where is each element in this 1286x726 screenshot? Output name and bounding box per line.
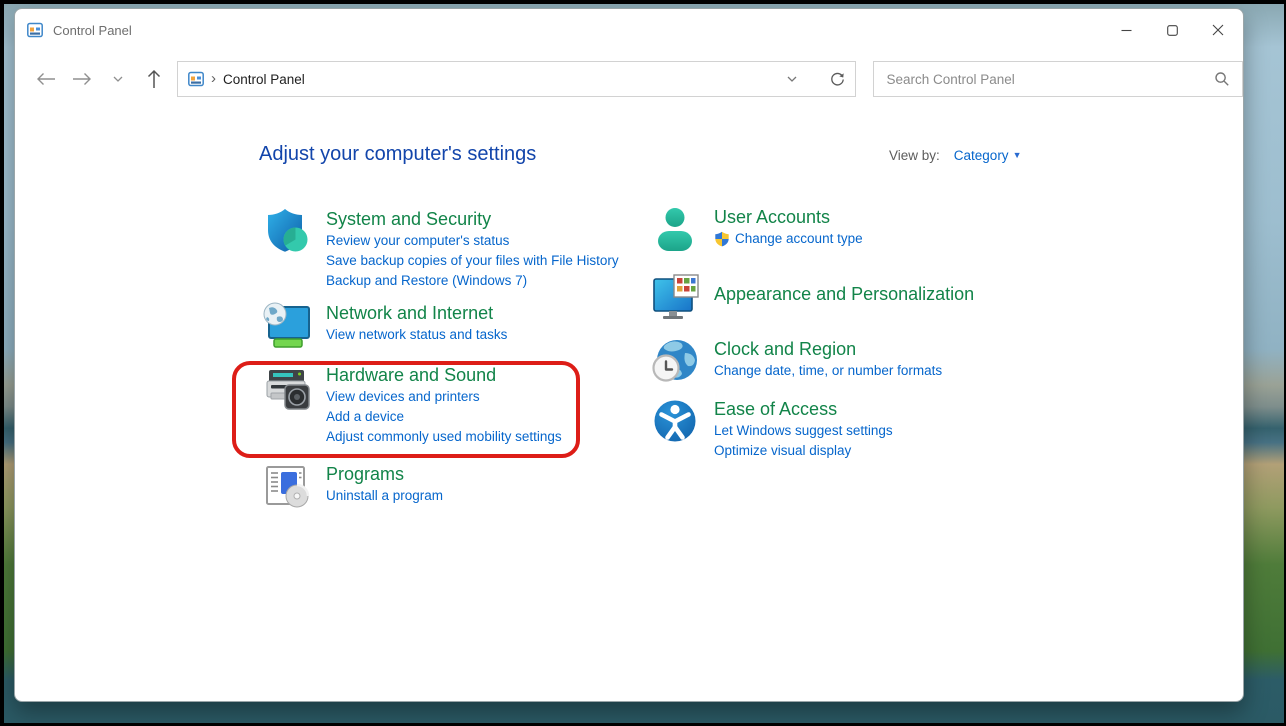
category-ease-of-access: Ease of Access Let Windows suggest setti… — [651, 397, 893, 461]
up-arrow-icon — [147, 69, 161, 89]
search-input[interactable] — [886, 72, 1214, 87]
category-title[interactable]: Programs — [326, 462, 443, 486]
category-title[interactable]: Appearance and Personalization — [714, 282, 974, 306]
task-link[interactable]: View devices and printers — [326, 387, 562, 407]
category-hardware-sound: Hardware and Sound View devices and prin… — [263, 363, 562, 447]
view-by-caret-icon[interactable]: ▼ — [1013, 150, 1022, 160]
control-panel-icon — [188, 71, 204, 87]
forward-button[interactable] — [67, 64, 97, 94]
uac-shield-icon — [714, 231, 730, 247]
appearance-personalization-icon — [651, 272, 699, 320]
control-panel-window: Control Panel — [14, 8, 1244, 702]
minimize-button[interactable] — [1103, 9, 1149, 51]
task-link[interactable]: Add a device — [326, 407, 562, 427]
category-title[interactable]: Ease of Access — [714, 397, 893, 421]
category-appearance-personalization: Appearance and Personalization — [651, 272, 974, 320]
category-title[interactable]: Clock and Region — [714, 337, 942, 361]
maximize-icon — [1167, 25, 1178, 36]
task-link[interactable]: View network status and tasks — [326, 325, 507, 345]
control-panel-icon — [27, 22, 43, 38]
breadcrumb[interactable]: Control Panel — [223, 72, 305, 87]
category-clock-region: Clock and Region Change date, time, or n… — [651, 337, 942, 385]
page-title: Adjust your computer's settings — [259, 143, 536, 166]
system-security-icon — [263, 207, 311, 255]
hardware-sound-icon — [263, 363, 311, 411]
close-icon — [1212, 24, 1224, 36]
view-by-dropdown[interactable]: Category — [954, 148, 1009, 163]
address-bar[interactable]: › Control Panel — [177, 61, 856, 97]
close-button[interactable] — [1195, 9, 1241, 51]
view-by-label: View by: — [889, 148, 940, 163]
search-box — [873, 61, 1243, 97]
search-icon[interactable] — [1214, 71, 1230, 87]
task-link[interactable]: Optimize visual display — [714, 441, 893, 461]
category-title[interactable]: System and Security — [326, 207, 619, 231]
window-title: Control Panel — [53, 23, 132, 38]
task-link[interactable]: Let Windows suggest settings — [714, 421, 893, 441]
titlebar: Control Panel — [15, 9, 1243, 51]
category-title[interactable]: Network and Internet — [326, 301, 507, 325]
chevron-down-icon — [113, 76, 123, 82]
user-accounts-icon — [651, 205, 699, 253]
task-link[interactable]: Review your computer's status — [326, 231, 619, 251]
up-button[interactable] — [139, 64, 169, 94]
programs-icon — [263, 462, 311, 510]
category-user-accounts: User Accounts Change account — [651, 205, 863, 253]
recent-locations-button[interactable] — [103, 64, 133, 94]
task-link[interactable]: Backup and Restore (Windows 7) — [326, 271, 619, 291]
ease-of-access-icon — [651, 397, 699, 445]
minimize-icon — [1121, 25, 1132, 36]
address-dropdown-icon[interactable] — [787, 76, 797, 82]
category-title[interactable]: User Accounts — [714, 205, 863, 229]
view-by-control: View by: Category ▼ — [889, 148, 1021, 163]
refresh-icon[interactable] — [830, 72, 845, 87]
category-title[interactable]: Hardware and Sound — [326, 363, 562, 387]
navigation-bar: › Control Panel — [15, 51, 1243, 107]
task-link[interactable]: Change date, time, or number formats — [714, 361, 942, 381]
category-programs: Programs Uninstall a program — [263, 462, 443, 510]
clock-region-icon — [651, 337, 699, 385]
back-button[interactable] — [31, 64, 61, 94]
back-arrow-icon — [36, 72, 56, 86]
task-link[interactable]: Uninstall a program — [326, 486, 443, 506]
task-link[interactable]: Adjust commonly used mobility settings — [326, 427, 562, 447]
breadcrumb-chevron: › — [211, 71, 216, 86]
task-link[interactable]: Change account type — [735, 229, 863, 249]
forward-arrow-icon — [72, 72, 92, 86]
network-internet-icon — [263, 301, 311, 349]
maximize-button[interactable] — [1149, 9, 1195, 51]
content-area: Adjust your computer's settings View by:… — [15, 107, 1243, 701]
category-network-internet: Network and Internet View network status… — [263, 301, 507, 349]
category-system-security: System and Security Review your computer… — [263, 207, 619, 291]
task-link[interactable]: Save backup copies of your files with Fi… — [326, 251, 619, 271]
